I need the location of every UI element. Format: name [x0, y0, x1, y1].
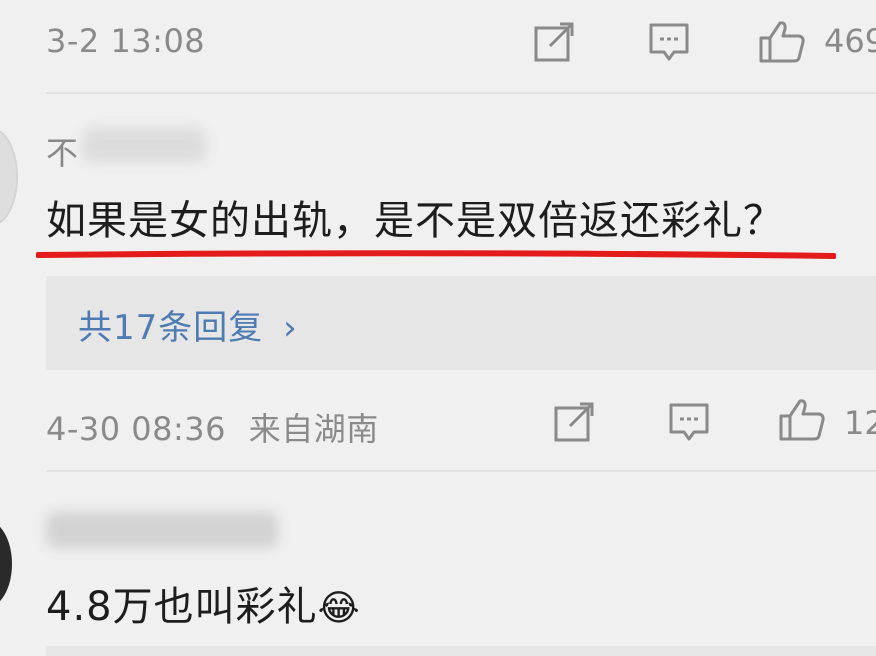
- replies-label: 共17条回复: [78, 308, 264, 348]
- share-icon[interactable]: [554, 402, 596, 442]
- avatar[interactable]: [0, 128, 18, 226]
- share-icon[interactable]: [534, 22, 576, 62]
- username-blur: [46, 512, 278, 548]
- username[interactable]: 不: [46, 128, 78, 174]
- laughing-emoji-icon: 😂: [317, 588, 361, 629]
- like-count: 469: [824, 22, 876, 60]
- thumbs-up-icon[interactable]: [778, 398, 826, 442]
- comment-icon[interactable]: [648, 22, 690, 64]
- divider: [46, 470, 876, 472]
- avatar[interactable]: [0, 520, 12, 608]
- comment-text: 如果是女的出轨，是不是双倍返还彩礼？: [46, 198, 784, 244]
- like-count: 12: [844, 404, 876, 442]
- username-visible-part: 不: [46, 134, 79, 172]
- bottom-panel: [46, 646, 876, 656]
- comment-2-timestamp: 4-30 08:36 来自湖南: [46, 404, 379, 450]
- highlight-underline: [35, 244, 837, 259]
- username-blur: [82, 128, 206, 162]
- comment-icon[interactable]: [668, 402, 710, 444]
- comment-text: 4.8万也叫彩礼😂: [46, 574, 361, 632]
- comment-1-timestamp: 3-2 13:08: [46, 22, 206, 60]
- location: 来自湖南: [248, 410, 379, 448]
- replies-link[interactable]: 共17条回复 ›: [78, 300, 298, 349]
- thumbs-up-icon[interactable]: [758, 20, 806, 64]
- chevron-right-icon: ›: [283, 308, 298, 348]
- timestamp: 4-30 08:36: [46, 410, 227, 448]
- divider: [46, 92, 876, 94]
- comment-body: 4.8万也叫彩礼: [46, 584, 318, 630]
